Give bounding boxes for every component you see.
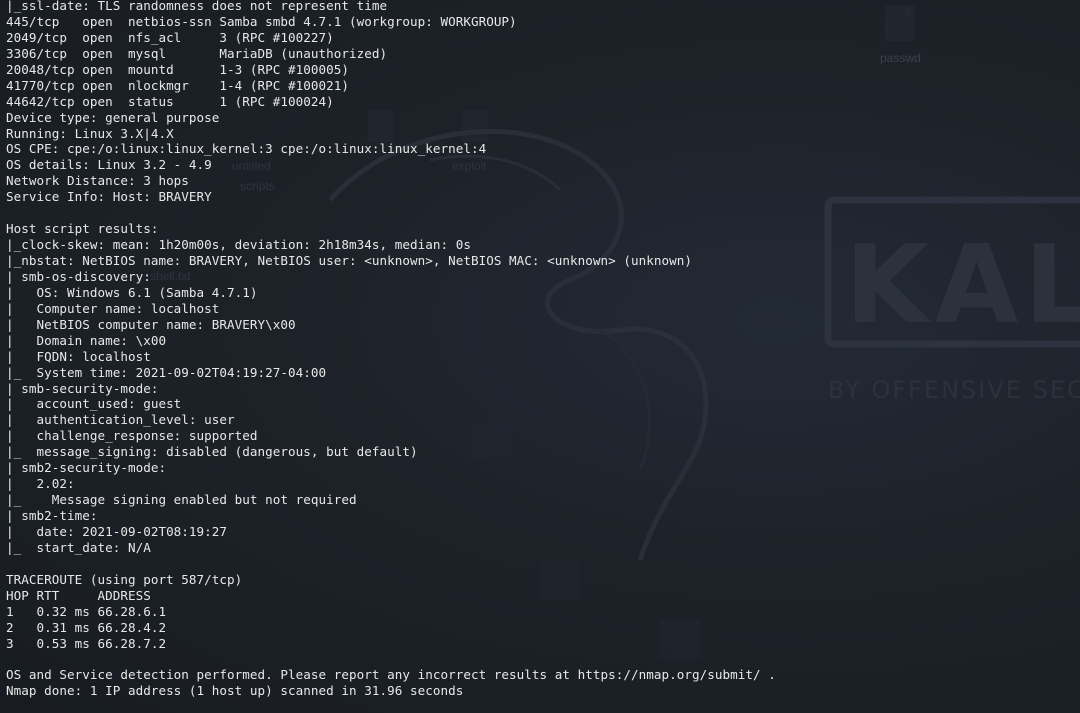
terminal-line: | smb2-time: (6, 508, 98, 523)
terminal-line: | smb-security-mode: (6, 380, 159, 396)
terminal-line: 445/tcp open netbios-ssn Samba smbd 4.7.… (6, 13, 517, 29)
terminal-line: 2049/tcp open nfs_acl 3 (RPC #100227) (6, 29, 334, 45)
terminal-line: | smb-os-discovery: (6, 268, 151, 284)
terminal-line: | challenge_response: supported (6, 428, 258, 444)
terminal-line: HOP RTT ADDRESS (6, 587, 151, 603)
terminal-line: | OS: Windows 6.1 (Samba 4.7.1) (6, 284, 258, 300)
terminal-line: TRACEROUTE (using port 587/tcp) (6, 571, 243, 587)
terminal-line: | smb2-security-mode: (6, 460, 167, 476)
terminal-line: Running: Linux 3.X|4.X (6, 125, 174, 141)
terminal-line: 44642/tcp open status 1 (RPC #100024) (6, 93, 334, 109)
terminal-line: 2 0.31 ms 66.28.4.2 (6, 619, 167, 635)
terminal-line: | Domain name: \x00 (6, 332, 167, 348)
terminal-line: | authentication_level: user (6, 412, 235, 428)
terminal-line: Network Distance: 3 hops (6, 173, 189, 189)
terminal-line: Nmap done: 1 IP address (1 host up) scan… (6, 683, 464, 699)
terminal-line: OS details: Linux 3.2 - 4.9 (6, 157, 212, 173)
terminal-line: | FQDN: localhost (6, 348, 151, 364)
desktop-screen: passwd untitled exploit scripts shell.tx… (0, 0, 1080, 713)
terminal-line: |_ message_signing: disabled (dangerous,… (6, 444, 418, 460)
terminal-line: |_clock-skew: mean: 1h20m00s, deviation:… (6, 237, 471, 253)
terminal-line: |_ Message signing enabled but not requi… (6, 492, 357, 508)
terminal-line: | Computer name: localhost (6, 300, 220, 316)
terminal-line: | account_used: guest (6, 396, 182, 412)
terminal-line: | 2.02: (6, 476, 75, 492)
terminal-line: |_ssl-date: TLS randomness does not repr… (6, 0, 388, 13)
terminal-line: 1 0.32 ms 66.28.6.1 (6, 603, 167, 619)
terminal-line: 20048/tcp open mountd 1-3 (RPC #100005) (6, 61, 349, 77)
terminal-line: 3306/tcp open mysql MariaDB (unauthorize… (6, 45, 388, 61)
terminal-line: |_nbstat: NetBIOS name: BRAVERY, NetBIOS… (6, 253, 692, 268)
terminal-line: OS CPE: cpe:/o:linux:linux_kernel:3 cpe:… (6, 141, 487, 157)
terminal-line: | date: 2021-09-02T08:19:27 (6, 523, 228, 539)
terminal-output[interactable]: |_ssl-date: TLS randomness does not repr… (6, 0, 1076, 713)
terminal-line: 41770/tcp open nlockmgr 1-4 (RPC #100021… (6, 77, 349, 93)
terminal-line: |_ System time: 2021-09-02T04:19:27-04:0… (6, 364, 327, 380)
terminal-line: 3 0.53 ms 66.28.7.2 (6, 635, 167, 651)
terminal-line: Host script results: (6, 221, 159, 237)
terminal-line: Service Info: Host: BRAVERY (6, 189, 212, 205)
terminal-line: OS and Service detection performed. Plea… (6, 667, 776, 683)
terminal-line: |_ start_date: N/A (6, 539, 151, 555)
terminal-line: | NetBIOS computer name: BRAVERY\x00 (6, 316, 296, 332)
terminal-line: Device type: general purpose (6, 109, 220, 125)
